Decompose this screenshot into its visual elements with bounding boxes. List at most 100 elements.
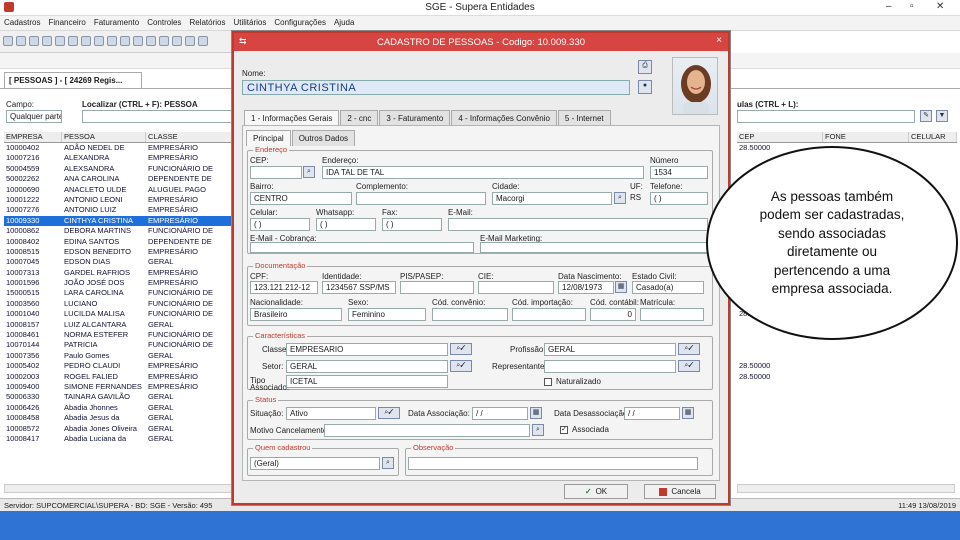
representante-input[interactable]	[544, 360, 676, 373]
celular-input[interactable]: ( )	[250, 218, 310, 231]
tab-2[interactable]: 2 - cnc	[340, 110, 379, 126]
tab-5[interactable]: 5 - Internet	[557, 110, 611, 126]
toolbar-button-icon[interactable]	[198, 36, 208, 46]
column-header-fone[interactable]: FONE	[823, 132, 909, 142]
toolbar-button-icon[interactable]	[120, 36, 130, 46]
toolbar-button-icon[interactable]	[55, 36, 65, 46]
edit-icon[interactable]: ✎	[920, 110, 932, 122]
motivo-search-icon[interactable]: ⌕	[532, 424, 544, 436]
table-row[interactable]: 10005402 PEDRO CLAUDI EMPRESÁRIO	[4, 361, 234, 371]
table-row[interactable]: 50004559 ALEXSANDRA FUNCIONÁRIO DE	[4, 164, 234, 174]
tab-pessoas[interactable]: [ PESSOAS ] - [ 24269 Regis...	[4, 72, 142, 88]
situacao-search-icon[interactable]: ⌕✓	[378, 407, 400, 419]
toolbar-button-icon[interactable]	[68, 36, 78, 46]
search-input[interactable]	[82, 110, 232, 123]
data-associacao-input[interactable]: / /	[472, 407, 528, 420]
cancel-button[interactable]: Cancela	[644, 484, 716, 499]
column-header-cep[interactable]: CEP	[737, 132, 823, 142]
menu-item-0[interactable]: Cadastros	[4, 18, 40, 27]
numero-input[interactable]: 1534	[650, 166, 708, 179]
name-input[interactable]: CINTHYA CRISTINA	[242, 80, 630, 95]
column-header-celular[interactable]: CELULAR	[909, 132, 957, 142]
ok-button[interactable]: ✓ OK	[564, 484, 628, 499]
naturalizado-checkbox[interactable]	[544, 378, 552, 386]
table-row[interactable]: 10070144 PATRICIA FUNCIONÁRIO DE	[4, 340, 234, 350]
email-marketing-input[interactable]	[480, 242, 708, 253]
cod-importacao-input[interactable]	[512, 308, 586, 321]
column-header-empresa[interactable]: EMPRESA	[4, 132, 62, 142]
toolbar-button-icon[interactable]	[81, 36, 91, 46]
quem-cadastrou-search-icon[interactable]: ⌕	[382, 457, 394, 469]
motivo-input[interactable]	[324, 424, 530, 437]
table-row[interactable]: 10008572 Abadia Jones Oliveira GERAL	[4, 424, 234, 434]
profissao-input[interactable]: GERAL	[544, 343, 676, 356]
associada-checkbox[interactable]: ✓	[560, 426, 568, 434]
matricula-input[interactable]	[640, 308, 704, 321]
table-row[interactable]: 10001596 JOÃO JOSÉ DOS EMPRESÁRIO	[4, 278, 234, 288]
menu-item-3[interactable]: Controles	[147, 18, 181, 27]
table-row[interactable]: 10008515 EDSON BENEDITO EMPRESÁRIO	[4, 247, 234, 257]
table-row[interactable]	[737, 340, 959, 350]
table-row[interactable]: 10000862 DEBORA MARTINS FUNCIONÁRIO DE	[4, 226, 234, 236]
menu-item-4[interactable]: Relatórios	[189, 18, 225, 27]
email-cobranca-input[interactable]	[250, 242, 474, 253]
cidade-input[interactable]: Macorgi	[492, 192, 612, 205]
tab-3[interactable]: 3 - Faturamento	[379, 110, 451, 126]
whatsapp-input[interactable]: ( )	[316, 218, 376, 231]
associacao-calendar-icon[interactable]: ▦	[530, 407, 542, 419]
representante-search-icon[interactable]: ⌕✓	[678, 360, 700, 372]
minimize-icon[interactable]: –	[886, 1, 892, 12]
setor-search-icon[interactable]: ⌕✓	[450, 360, 472, 372]
field-select[interactable]: Qualquer parte	[6, 110, 62, 123]
toolbar-button-icon[interactable]	[146, 36, 156, 46]
close-icon[interactable]: ✕	[936, 1, 944, 12]
subtab-1[interactable]: Outros Dados	[291, 130, 356, 146]
table-row[interactable]: 10001040 LUCILDA MALISA FUNCIONÁRIO DE	[4, 309, 234, 319]
cep-search-icon[interactable]: ⌕	[303, 166, 315, 178]
complemento-input[interactable]	[356, 192, 486, 205]
sexo-select[interactable]: Feminino	[348, 308, 426, 321]
endereco-input[interactable]: IDA TAL DE TAL	[322, 166, 644, 179]
telefone-input[interactable]: ( )	[650, 192, 708, 205]
email-input[interactable]	[448, 218, 708, 231]
fax-input[interactable]: ( )	[382, 218, 442, 231]
table-row[interactable]: 10002003 ROGEL FALIED EMPRESÁRIO	[4, 372, 234, 382]
table-row[interactable]: 28.50000	[737, 372, 959, 382]
table-row[interactable]: 10007356 Paulo Gomes GERAL	[4, 351, 234, 361]
toolbar-button-icon[interactable]	[185, 36, 195, 46]
pis-input[interactable]	[400, 281, 474, 294]
table-row[interactable]: 10007045 EDSON DIAS GERAL	[4, 257, 234, 267]
nascimento-input[interactable]: 12/08/1973	[558, 281, 614, 294]
table-row[interactable]: 10007216 ALEXANDRA EMPRESÁRIO	[4, 153, 234, 163]
table-row[interactable]: 50006330 TAINARA GAVILÃO GERAL	[4, 392, 234, 402]
menu-item-6[interactable]: Configurações	[274, 18, 326, 27]
table-row[interactable]: 10008157 LUIZ ALCANTARA GERAL	[4, 320, 234, 330]
table-row[interactable]: 10009400 SIMONE FERNANDES EMPRESÁRIO	[4, 382, 234, 392]
column-header-pessoa[interactable]: PESSOA	[62, 132, 146, 142]
table-row[interactable]: 10007313 GARDEL RAFRIOS EMPRESÁRIO	[4, 268, 234, 278]
tipo-associado-input[interactable]: ICETAL	[286, 375, 448, 388]
toolbar-button-icon[interactable]	[94, 36, 104, 46]
observacao-input[interactable]	[408, 457, 698, 470]
table-row[interactable]: 10008461 NORMA ESTEFER FUNCIONÁRIO DE	[4, 330, 234, 340]
cidade-search-icon[interactable]: ⌕	[614, 192, 626, 204]
tab-1[interactable]: 1 - Informações Gerais	[244, 110, 340, 126]
table-row[interactable]: 10008458 Abadia Jesus da GERAL	[4, 413, 234, 423]
cod-contabil-input[interactable]: 0	[590, 308, 636, 321]
toolbar-button-icon[interactable]	[42, 36, 52, 46]
cep-input[interactable]	[250, 166, 302, 179]
table-row[interactable]: 50002262 ANA CAROLINA DEPENDENTE DE	[4, 174, 234, 184]
dialog-close-icon[interactable]: ×	[716, 35, 722, 46]
table-row[interactable]: 15000515 LARA CAROLINA FUNCIONÁRIO DE	[4, 288, 234, 298]
toolbar-button-icon[interactable]	[172, 36, 182, 46]
toolbar-button-icon[interactable]	[107, 36, 117, 46]
toolbar-button-icon[interactable]	[133, 36, 143, 46]
table-row[interactable]: 10003560 LUCIANO FUNCIONÁRIO DE	[4, 299, 234, 309]
right-filter-select[interactable]	[737, 110, 915, 123]
subtab-0[interactable]: Principal	[246, 130, 291, 146]
table-row[interactable]: 10000402 ADÃO NEDEL DE EMPRESÁRIO	[4, 143, 234, 153]
cod-convenio-input[interactable]	[432, 308, 508, 321]
table-row[interactable]: 10000690 ANACLETO ULDE ALUGUEL PAGO	[4, 185, 234, 195]
menu-item-1[interactable]: Financeiro	[48, 18, 85, 27]
table-row[interactable]: 10009330 CINTHYA CRISTINA EMPRESÁRIO	[4, 215, 234, 227]
